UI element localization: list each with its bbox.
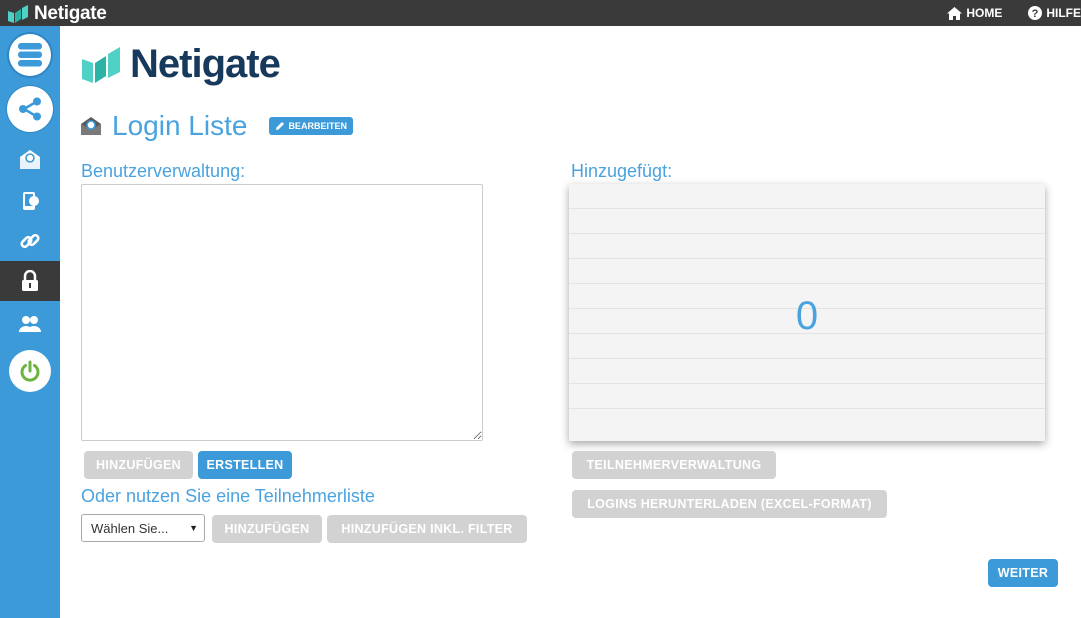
- add-with-filter-button[interactable]: HINZUFÜGEN INKL. FILTER: [327, 515, 527, 543]
- sidebar-item-database[interactable]: [0, 30, 60, 80]
- netigate-logo-icon: [8, 5, 28, 23]
- top-bar: Netigate HOME ? HILFE: [0, 0, 1081, 26]
- edit-button-label: BEARBEITEN: [288, 121, 347, 131]
- user-management-label: Benutzerverwaltung:: [81, 161, 246, 181]
- email-icon: [20, 150, 40, 169]
- page-header: Login Liste BEARBEITEN: [80, 110, 353, 142]
- participant-list-select[interactable]: Wählen Sie... ▼: [81, 514, 205, 542]
- pencil-icon: [276, 122, 285, 130]
- topbar-brand[interactable]: Netigate: [8, 3, 107, 25]
- home-link-label: HOME: [966, 6, 1003, 20]
- home-link[interactable]: HOME: [947, 6, 1002, 20]
- sidebar-item-mobile[interactable]: [0, 182, 60, 220]
- participant-list-label: Oder nutzen Sie eine Teilnehmerliste: [81, 486, 375, 506]
- lock-icon: [22, 270, 38, 291]
- topbar-brand-name: Netigate: [34, 3, 107, 24]
- added-label: Hinzugefügt:: [571, 161, 673, 181]
- help-icon: ?: [1028, 6, 1043, 20]
- sidebar-item-lock[interactable]: [0, 261, 60, 301]
- email-login-icon: [81, 117, 101, 135]
- select-value: Wählen Sie...: [91, 520, 169, 536]
- home-icon: [947, 6, 963, 20]
- svg-text:?: ?: [1032, 8, 1039, 20]
- logo-text: Netigate: [130, 42, 281, 86]
- edit-button[interactable]: BEARBEITEN: [269, 117, 353, 135]
- add-list-button[interactable]: HINZUFÜGEN: [212, 515, 322, 543]
- link-icon: [20, 233, 40, 249]
- power-icon: [20, 360, 40, 382]
- sidebar-item-power[interactable]: [0, 348, 60, 394]
- sidebar-item-users[interactable]: [0, 304, 60, 342]
- user-management-textarea[interactable]: [81, 184, 483, 441]
- users-icon: [19, 316, 41, 332]
- download-logins-button[interactable]: LOGINS HERUNTERLADEN (EXCEL-FORMAT): [572, 490, 887, 518]
- share-icon: [19, 97, 41, 121]
- sidebar-item-share[interactable]: [0, 84, 60, 134]
- sidebar-item-link[interactable]: [0, 222, 60, 260]
- netigate-logo-mark-icon: [82, 46, 120, 83]
- help-link[interactable]: ? HILFE: [1028, 6, 1081, 20]
- added-count: 0: [795, 294, 819, 338]
- sidebar-item-email[interactable]: [0, 140, 60, 178]
- netigate-logo: Netigate: [82, 42, 281, 87]
- added-count-panel: 0: [569, 184, 1045, 441]
- mobile-icon: [23, 192, 39, 210]
- create-button[interactable]: ERSTELLEN: [198, 451, 292, 479]
- next-button[interactable]: WEITER: [988, 559, 1058, 587]
- sidebar: [0, 26, 60, 618]
- participant-management-button[interactable]: TEILNEHMERVERWALTUNG: [572, 451, 776, 479]
- database-icon: [18, 43, 42, 67]
- caret-down-icon: ▼: [189, 523, 198, 533]
- page-title: Login Liste: [112, 110, 248, 141]
- help-link-label: HILFE: [1046, 6, 1081, 20]
- add-button[interactable]: HINZUFÜGEN: [84, 451, 193, 479]
